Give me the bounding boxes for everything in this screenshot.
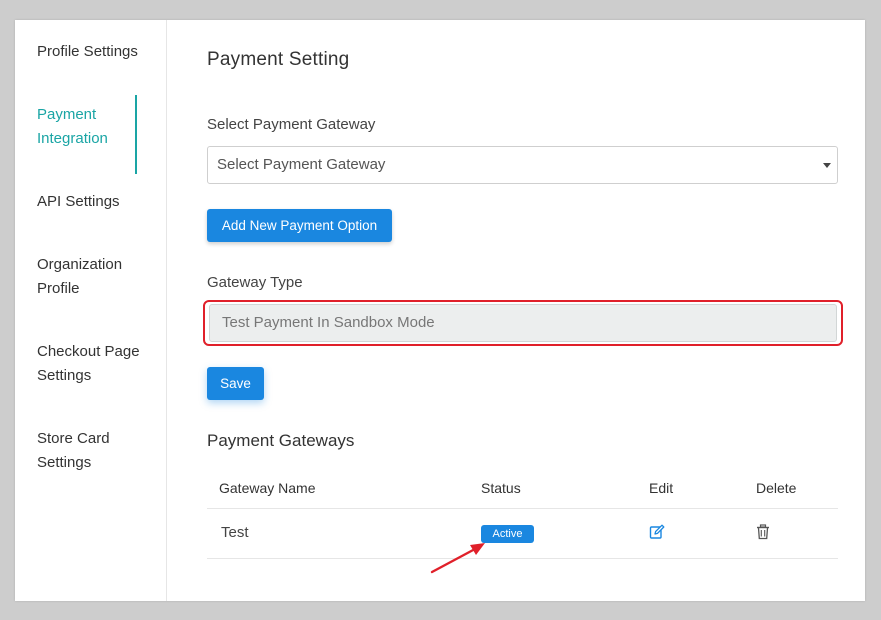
- add-payment-option-button[interactable]: Add New Payment Option: [207, 209, 392, 242]
- settings-panel: Profile Settings Payment Integration API…: [15, 20, 865, 601]
- sidebar-item-label: Store Card Settings: [37, 430, 110, 471]
- gateway-type-field: Test Payment In Sandbox Mode: [209, 304, 837, 342]
- sidebar-item-label: Organization Profile: [37, 256, 123, 297]
- table-row: Test Active: [207, 509, 838, 559]
- edit-icon[interactable]: [649, 524, 665, 540]
- sidebar-item-profile-settings[interactable]: Profile Settings: [15, 40, 167, 64]
- sidebar-item-checkout-page-settings[interactable]: Checkout Page Settings: [15, 340, 167, 388]
- column-header-status: Status: [481, 480, 521, 496]
- gateway-select[interactable]: Select Payment Gateway: [207, 146, 838, 184]
- gateway-name-cell: Test: [221, 524, 249, 541]
- column-header-edit: Edit: [649, 480, 674, 496]
- column-header-delete: Delete: [756, 480, 797, 496]
- sidebar-item-organization-profile[interactable]: Organization Profile: [15, 253, 167, 301]
- sidebar-item-api-settings[interactable]: API Settings: [15, 190, 167, 214]
- sidebar-item-label: API Settings: [37, 193, 120, 210]
- chevron-down-icon: [823, 163, 831, 168]
- column-header-gateway-name: Gateway Name: [219, 480, 316, 496]
- table-header-row: Gateway Name Status Edit Delete: [207, 469, 838, 509]
- page-title: Payment Setting: [207, 49, 350, 70]
- save-button[interactable]: Save: [207, 367, 264, 400]
- red-arrow-annotation: [430, 543, 485, 574]
- gateway-select-value: Select Payment Gateway: [217, 156, 386, 173]
- sidebar: Profile Settings Payment Integration API…: [15, 20, 167, 601]
- trash-icon[interactable]: [755, 524, 771, 540]
- sidebar-item-label: Profile Settings: [37, 43, 138, 60]
- payment-gateways-title: Payment Gateways: [207, 431, 355, 450]
- main-content: Payment Setting Select Payment Gateway S…: [203, 20, 843, 601]
- sidebar-item-label: Payment Integration: [37, 106, 108, 147]
- sidebar-item-payment-integration[interactable]: Payment Integration: [15, 95, 137, 174]
- sidebar-item-label: Checkout Page Settings: [37, 343, 140, 384]
- sidebar-item-store-card-settings[interactable]: Store Card Settings: [15, 427, 167, 475]
- gateway-type-label: Gateway Type: [207, 274, 303, 291]
- gateway-select-label: Select Payment Gateway: [207, 116, 376, 133]
